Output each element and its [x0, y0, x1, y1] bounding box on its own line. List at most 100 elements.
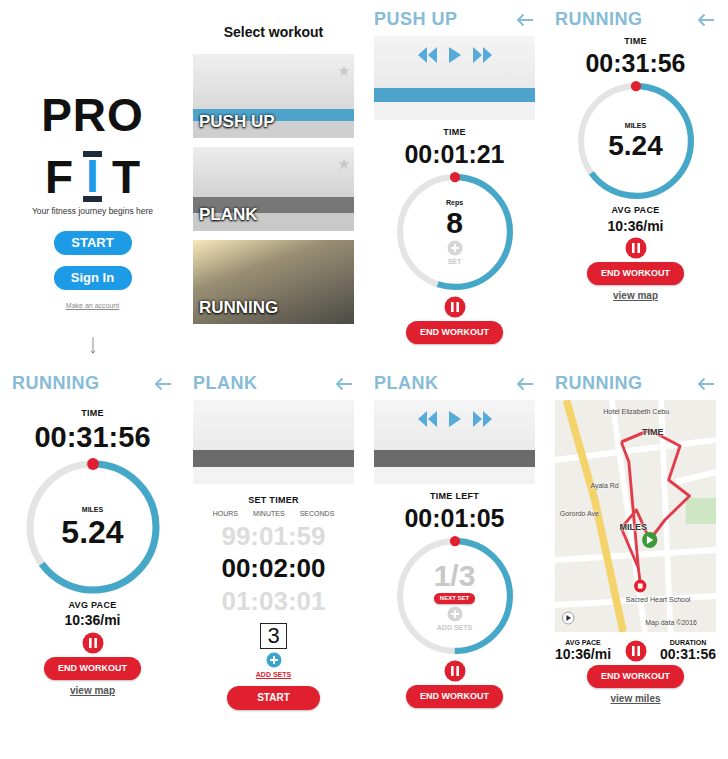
view-map-link[interactable]: view map — [70, 683, 115, 698]
ring-fill — [581, 86, 691, 196]
media-controls-icon[interactable] — [417, 46, 493, 64]
time-value: 00:01:21 — [404, 141, 504, 169]
add-sets-label: SET — [448, 258, 462, 266]
pace-value: 10:36/mi — [555, 647, 611, 662]
unit-label: SECONDS — [300, 509, 335, 520]
favorite-slot[interactable] — [338, 244, 350, 256]
time-value: 00:31:56 — [34, 422, 150, 454]
add-sets-label[interactable]: ADD SETS — [256, 671, 291, 679]
pace-label: AVG PACE — [611, 205, 659, 216]
workout-photo — [193, 400, 354, 484]
add-sets-label: ADD SETS — [437, 624, 472, 632]
workout-card[interactable]: PUSH UP — [193, 54, 354, 138]
workout-card[interactable]: RUNNING — [193, 240, 354, 324]
ring-background — [400, 177, 510, 287]
start-button[interactable]: START — [227, 686, 320, 710]
duration-value: 00:31:56 — [660, 647, 716, 662]
time-label: TIME — [81, 408, 104, 419]
ring-knob[interactable] — [630, 81, 640, 91]
miles-label: MILES — [82, 506, 103, 514]
favorite-slot[interactable] — [338, 58, 350, 70]
plus-icon[interactable] — [447, 240, 463, 256]
screen-title: PUSH UP — [374, 6, 458, 33]
end-workout-button[interactable]: END WORKOUT — [406, 685, 503, 708]
end-workout-button[interactable]: END WORKOUT — [406, 321, 503, 344]
progress-ring: MILES5.24 — [575, 80, 697, 202]
pause-icon[interactable] — [444, 660, 466, 682]
sign-in-button[interactable]: Sign In — [54, 266, 132, 290]
view-map-link[interactable]: view map — [613, 288, 658, 303]
back-arrow-icon[interactable] — [515, 377, 535, 391]
ring-fill — [30, 464, 156, 590]
logo-letter: T — [112, 154, 140, 200]
phone-screen: PLANKSET TIMERHOURSMINUTESSECONDS99:01:5… — [187, 366, 360, 754]
screen-title: RUNNING — [555, 370, 643, 397]
logo-letter: I — [83, 151, 102, 202]
ring-fill — [400, 541, 510, 651]
unit-label: MINUTES — [253, 509, 285, 520]
pause-icon[interactable] — [625, 237, 647, 259]
star-icon[interactable] — [338, 65, 350, 77]
plus-icon[interactable] — [447, 606, 463, 622]
pause-icon[interactable] — [444, 296, 466, 318]
star-icon[interactable] — [338, 158, 350, 170]
back-arrow-icon[interactable] — [696, 377, 716, 391]
phone-screen: PUSH UPTIME00:01:21Reps8SETEND WORKOUT — [368, 2, 541, 358]
down-arrow-icon — [87, 337, 99, 354]
screen-title: RUNNING — [12, 370, 100, 397]
plus-icon[interactable] — [266, 652, 282, 668]
back-arrow-icon[interactable] — [334, 377, 354, 391]
favorite-slot[interactable] — [338, 151, 350, 163]
sets-field[interactable]: 3 — [260, 623, 286, 649]
ring-knob[interactable] — [449, 172, 459, 182]
back-arrow-icon[interactable] — [153, 377, 173, 391]
time-left-label: TIME LEFT — [430, 491, 479, 502]
set-timer-label: SET TIMER — [248, 495, 299, 506]
ring-background — [400, 541, 510, 651]
progress-ring: Reps8SET — [394, 171, 516, 293]
ring-center: Reps8SET — [446, 199, 463, 266]
progress-ring: 1/3 NEXT SET ADD SETS — [394, 535, 516, 657]
map-overlay-label: TIME — [642, 426, 664, 440]
reps-count: 8 — [446, 208, 463, 238]
view-miles-link[interactable]: view miles — [610, 691, 660, 706]
media-controls-icon[interactable] — [417, 410, 493, 428]
ring-center: MILES5.24 — [61, 506, 123, 548]
time-value: 00:31:56 — [585, 50, 685, 78]
end-workout-button[interactable]: END WORKOUT — [587, 262, 684, 285]
map-label: Hotel Elizabeth Cebu — [603, 407, 669, 418]
pause-icon[interactable] — [82, 632, 104, 654]
map-label: Map data ©2016 — [645, 618, 697, 629]
pause-icon[interactable] — [625, 640, 647, 662]
sets-progress: 1/3 — [434, 561, 476, 591]
end-workout-button[interactable]: END WORKOUT — [44, 657, 141, 680]
workout-card[interactable]: PLANK — [193, 147, 354, 231]
run-stats: AVG PACE10:36/mi DURATION00:31:56 — [555, 639, 716, 662]
ring-knob[interactable] — [449, 536, 459, 546]
pace-stat: AVG PACE10:36/mi — [555, 639, 611, 662]
timer-row[interactable]: 00:02:00 — [221, 554, 325, 583]
back-arrow-icon[interactable] — [696, 13, 716, 27]
pace-value: 10:36/mi — [64, 613, 120, 628]
timer-row[interactable]: 01:03:01 — [221, 587, 325, 616]
screen-header: PLANK — [193, 370, 354, 397]
next-set-button[interactable]: NEXT SET — [434, 593, 475, 604]
logo-word: FIT — [45, 151, 140, 202]
start-button[interactable]: START — [54, 231, 132, 255]
make-account-link[interactable]: Make an account — [66, 301, 119, 312]
back-arrow-icon[interactable] — [515, 13, 535, 27]
pace-label: AVG PACE — [565, 639, 601, 647]
end-workout-button[interactable]: END WORKOUT — [587, 665, 684, 688]
ring-center: 1/3 NEXT SET ADD SETS — [434, 561, 476, 632]
route-map[interactable]: Hotel Elizabeth CebuGorordo AveAyala RdS… — [555, 400, 716, 632]
workout-label: RUNNING — [199, 295, 278, 321]
screen-header: RUNNING — [12, 370, 173, 397]
ring-center: MILES5.24 — [608, 122, 663, 160]
screen-header: PLANK — [374, 370, 535, 397]
timer-row[interactable]: 99:01:59 — [221, 522, 325, 551]
ring-knob[interactable] — [87, 458, 99, 470]
time-value: 00:01:05 — [404, 505, 504, 533]
phone-screen: Select workoutPUSH UPPLANKRUNNING — [187, 2, 360, 358]
workout-list: PUSH UP PLANK RUNNING — [193, 54, 354, 324]
duration-stat: DURATION00:31:56 — [660, 639, 716, 662]
